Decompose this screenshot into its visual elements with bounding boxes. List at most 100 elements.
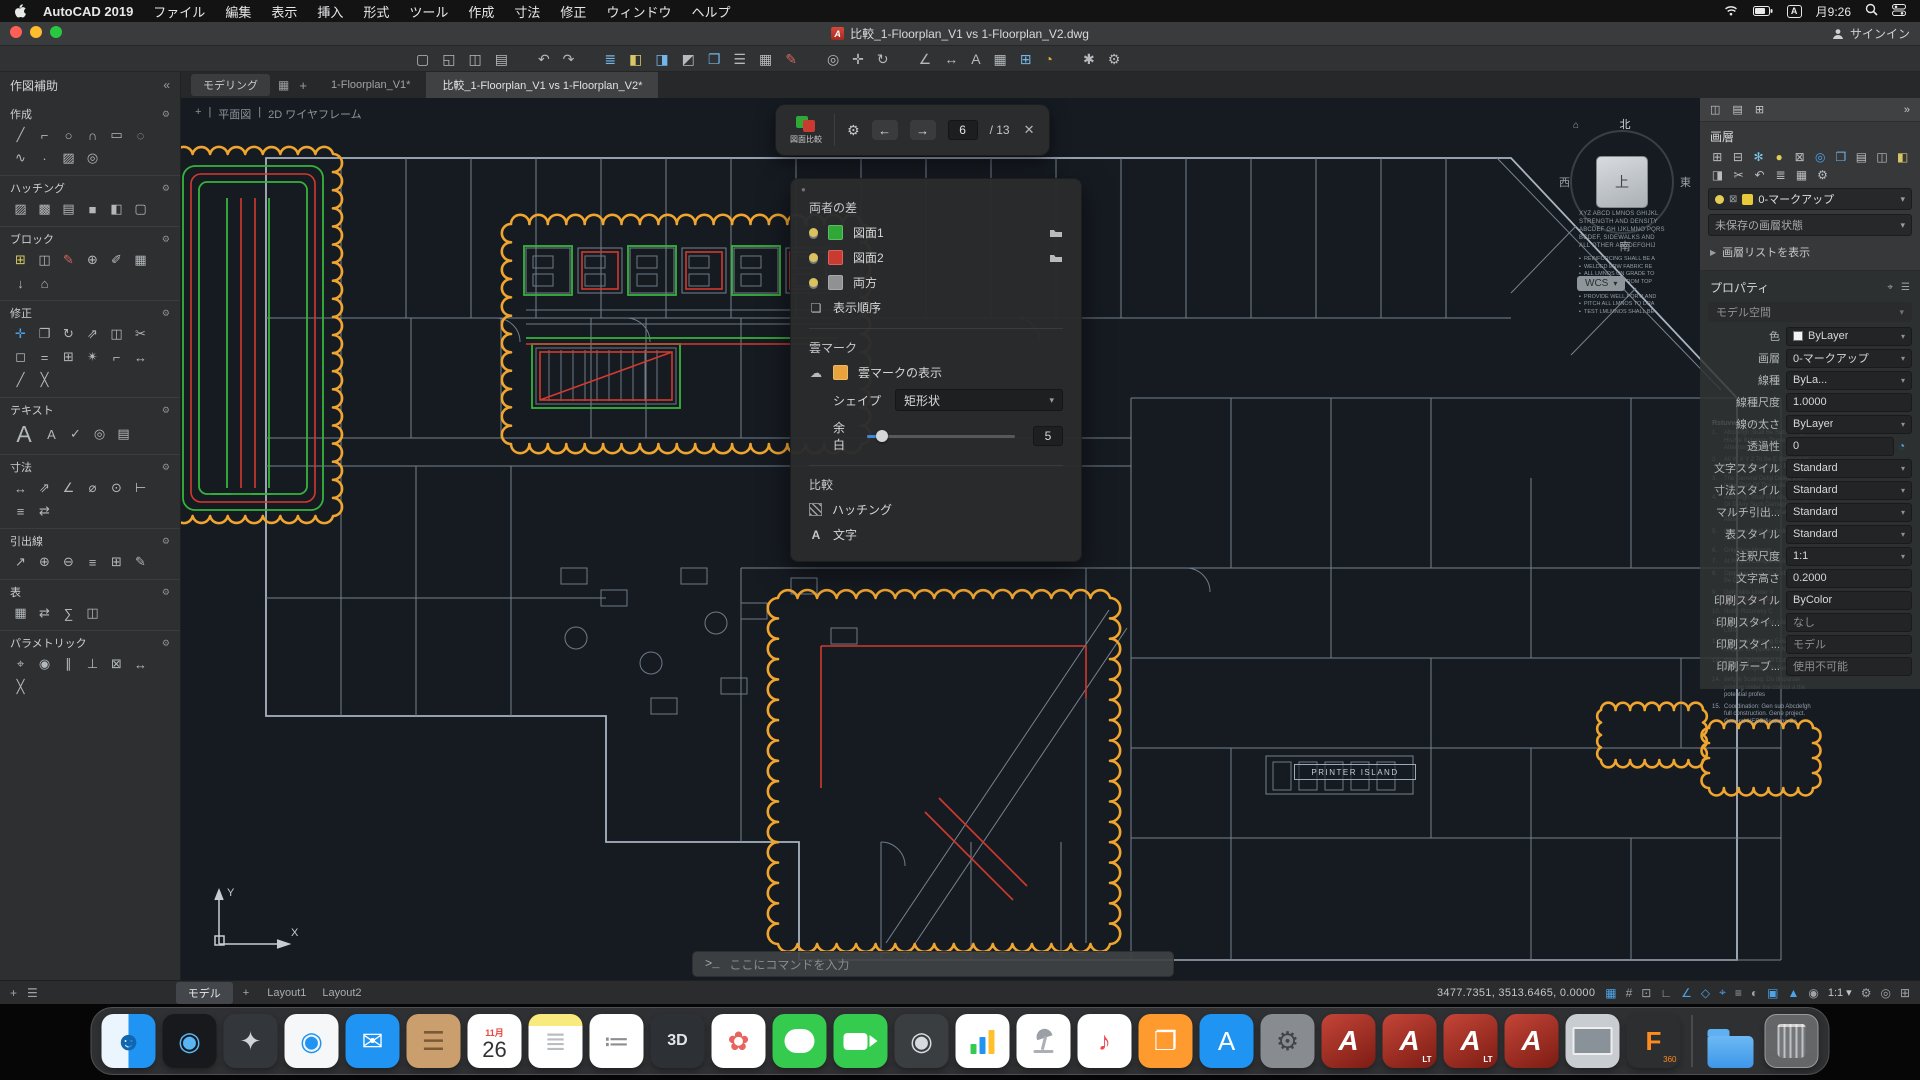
section-settings-icon[interactable]: ⚙ <box>162 183 170 194</box>
continue-dim-icon[interactable]: ⇄ <box>34 501 55 521</box>
property-value-field[interactable]: 0-マークアップ▾ <box>1786 349 1912 368</box>
offset-icon[interactable]: = <box>34 347 55 367</box>
property-value-field[interactable]: 0 <box>1786 437 1894 456</box>
hatch-lines-icon[interactable]: ▤ <box>58 199 79 219</box>
property-value-field[interactable]: Standard▾ <box>1786 503 1912 522</box>
mtext-icon[interactable]: A <box>10 421 38 447</box>
color-swatch[interactable] <box>828 275 843 290</box>
new-tab-button[interactable]: + <box>299 78 307 93</box>
arc-icon[interactable]: ∩ <box>82 125 103 145</box>
layer-match-icon[interactable]: ❐ <box>1834 150 1849 164</box>
viewport-view-button[interactable]: 平面図 <box>218 106 251 122</box>
print-icon[interactable]: ▤ <box>495 52 508 66</box>
property-value-field[interactable]: 使用不可能 <box>1786 657 1912 676</box>
layer-delete-merge-icon[interactable]: ✂ <box>1731 168 1746 182</box>
layout-tab-2[interactable]: Layout2 <box>314 984 369 1002</box>
gradient-icon[interactable]: ◧ <box>106 199 127 219</box>
polar-tracking-icon[interactable]: ∠ <box>1681 986 1692 1000</box>
file-tab-2[interactable]: 比較_1-Floorplan_V1 vs 1-Floorplan_V2* <box>426 72 658 98</box>
data-link-icon[interactable]: ⇄ <box>34 603 55 623</box>
tab-grid-icon[interactable]: ▦ <box>278 78 289 92</box>
clean-screen-icon[interactable]: ⊞ <box>1900 986 1910 1000</box>
menu-item-5[interactable]: 形式 <box>363 2 389 21</box>
hatch-edit-icon[interactable]: ▢ <box>130 199 151 219</box>
layer-isolate-icon[interactable]: ◎ <box>1813 150 1828 164</box>
space-selector[interactable]: モデル空間 ▾ <box>1708 302 1912 322</box>
auto-constrain-icon[interactable]: ⌖ <box>10 654 31 674</box>
lock-constraint-icon[interactable]: ⊠ <box>106 654 127 674</box>
layer-properties-icon[interactable]: ≣ <box>604 52 616 66</box>
file-tab-1[interactable]: 1-Floorplan_V1* <box>315 72 427 98</box>
scale-icon[interactable]: ⇗ <box>82 324 103 344</box>
section-settings-icon[interactable]: ⚙ <box>162 109 170 120</box>
open-file-icon[interactable]: ◱ <box>442 52 455 66</box>
array-icon[interactable]: ⊞ <box>58 347 79 367</box>
annotation-scale-text[interactable]: 1:1▾ <box>1828 986 1852 999</box>
chamfer-icon[interactable]: ╱ <box>10 370 31 390</box>
dock-books[interactable]: ❐ <box>1139 1014 1193 1068</box>
property-value-field[interactable]: ByColor <box>1786 591 1912 610</box>
current-layer-dropdown[interactable]: ⊠ 0-マークアップ ▾ <box>1708 188 1912 210</box>
open-folder-icon[interactable] <box>1049 227 1063 238</box>
dock-launchpad[interactable]: ✦ <box>224 1014 278 1068</box>
dock-autocad-2[interactable]: A <box>1505 1014 1559 1068</box>
copy-icon[interactable]: ❐ <box>34 324 55 344</box>
dim-constraint-icon[interactable]: ↔ <box>130 654 151 674</box>
section-settings-icon[interactable]: ⚙ <box>162 638 170 649</box>
tool-palettes-icon[interactable]: ▦ <box>759 52 772 66</box>
hatch-cross-icon[interactable]: ▩ <box>34 199 55 219</box>
zoom-window-button[interactable] <box>50 26 62 38</box>
property-value-field[interactable]: Standard▾ <box>1786 481 1912 500</box>
spell-check-icon[interactable]: ✓ <box>65 424 86 444</box>
dock-photo-booth[interactable]: ◉ <box>895 1014 949 1068</box>
visibility-bulb-icon[interactable] <box>809 228 818 237</box>
dock-contacts[interactable]: ☰ <box>407 1014 461 1068</box>
layer-merge-icon[interactable]: ◨ <box>1710 168 1725 182</box>
shape-dropdown[interactable]: 矩形状 ▾ <box>895 389 1063 411</box>
rectangle-icon[interactable]: ▭ <box>106 125 127 145</box>
layer-state-dropdown[interactable]: 未保存の画層状態 ▾ <box>1708 214 1912 236</box>
angular-dim-icon[interactable]: ∠ <box>58 478 79 498</box>
leader-style-icon[interactable]: ✎ <box>130 552 151 572</box>
dock-calendar[interactable]: 11月26 <box>468 1014 522 1068</box>
dim-style-icon[interactable]: ↔ <box>944 52 958 66</box>
dock-facetime[interactable] <box>834 1014 888 1068</box>
delete-constraints-icon[interactable]: ╳ <box>10 677 31 697</box>
menu-item-1[interactable]: ファイル <box>153 2 205 21</box>
layer-on-icon[interactable]: ● <box>1772 150 1787 164</box>
menu-item-4[interactable]: 挿入 <box>317 2 343 21</box>
layer-previous-icon[interactable]: ↶ <box>1752 168 1767 182</box>
viewcube-south[interactable]: 南 <box>1620 238 1631 254</box>
section-settings-icon[interactable]: ⚙ <box>162 234 170 245</box>
dock-downloads-folder[interactable] <box>1704 1014 1758 1068</box>
open-folder-icon[interactable] <box>1049 252 1063 263</box>
menu-item-11[interactable]: ヘルプ <box>691 2 730 21</box>
polyline-icon[interactable]: ⌐ <box>34 125 55 145</box>
section-settings-icon[interactable]: ⚙ <box>162 308 170 319</box>
linear-dim-icon[interactable]: ↔ <box>10 478 31 498</box>
multileader-icon[interactable]: ↗ <box>10 552 31 572</box>
hatch-toggle-row[interactable]: ハッチング <box>791 497 1081 522</box>
ortho-mode-icon[interactable]: ∟ <box>1660 986 1672 1000</box>
dock-siri[interactable]: ◉ <box>163 1014 217 1068</box>
rotate-icon[interactable]: ↻ <box>58 324 79 344</box>
layer-off-icon[interactable]: ◧ <box>1895 150 1910 164</box>
fillet-icon[interactable]: ⌐ <box>106 347 127 367</box>
save-file-icon[interactable]: ◫ <box>468 52 481 66</box>
next-difference-button[interactable]: → <box>910 120 936 140</box>
wifi-icon[interactable] <box>1723 4 1739 19</box>
transparency-dial-icon[interactable]: ◔ <box>1898 439 1912 453</box>
property-value-field[interactable]: Standard▾ <box>1786 459 1912 478</box>
viewcube-top-face[interactable]: 上 <box>1596 156 1648 208</box>
command-line[interactable]: >_ ここにコマンドを入力 <box>692 951 1174 977</box>
input-source-icon[interactable]: A <box>1787 5 1802 18</box>
compare-settings-icon[interactable]: ⚙ <box>847 122 860 139</box>
layer-off-icon[interactable]: ◧ <box>629 52 642 66</box>
viewcube-east[interactable]: 東 <box>1680 174 1691 190</box>
parallel-icon[interactable]: ∥ <box>58 654 79 674</box>
break-icon[interactable]: ╳ <box>34 370 55 390</box>
line-icon[interactable]: ╱ <box>10 125 31 145</box>
add-leader-icon[interactable]: ⊕ <box>34 552 55 572</box>
donut-icon[interactable]: ◎ <box>82 148 103 168</box>
wcs-dropdown[interactable]: WCS ▾ <box>1577 276 1625 291</box>
